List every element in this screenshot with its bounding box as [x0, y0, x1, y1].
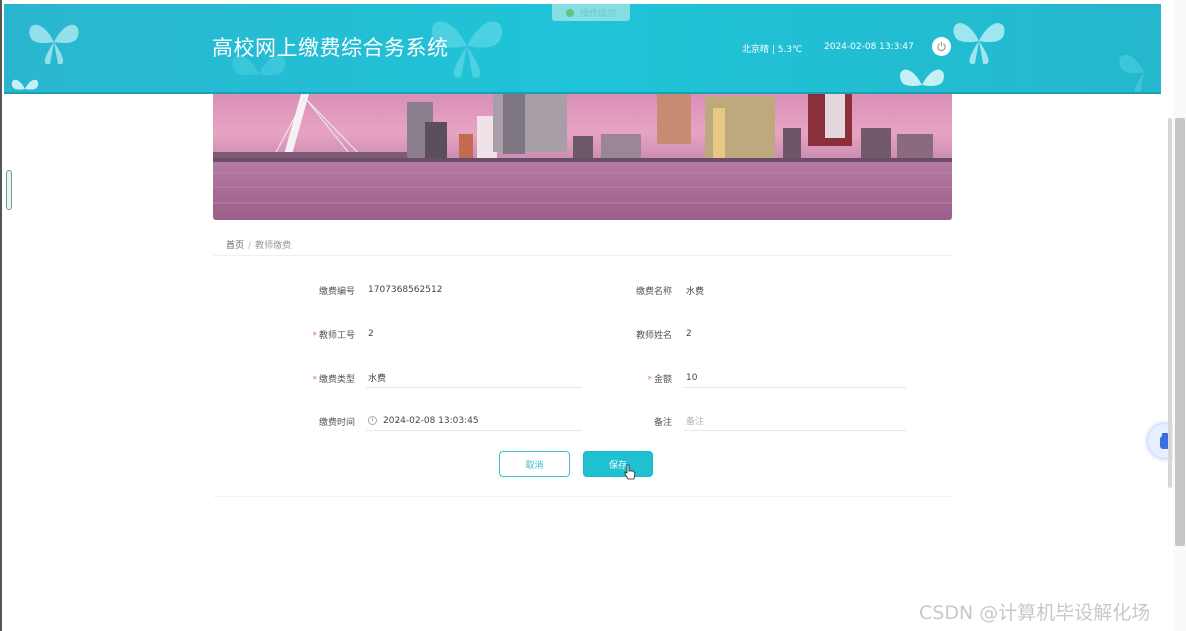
scrollbar-thumb[interactable] [1175, 118, 1185, 546]
logout-button[interactable] [932, 37, 951, 56]
header-bar: 高校网上缴费综合务系统 北京晴 | 5.3℃ 2024-02-08 13:3:4… [4, 4, 1161, 94]
fee-no-field[interactable]: 1707368562512 [366, 280, 582, 300]
breadcrumb-home[interactable]: 首页 [226, 241, 244, 251]
fee-time-picker[interactable]: 2024-02-08 13:03:45 [366, 411, 582, 431]
city-banner-image [213, 94, 952, 220]
hand-cursor-icon [624, 464, 636, 480]
divider [213, 496, 952, 497]
teacher-name-label: 教师姓名 [635, 331, 672, 341]
remark-input[interactable]: 备注 [684, 411, 906, 431]
check-circle-icon [566, 8, 574, 17]
breadcrumb: 首页 / 教师缴费 [226, 238, 291, 251]
breadcrumb-separator: / [248, 241, 252, 251]
butterfly-decoration-icon [900, 69, 944, 86]
divider [213, 255, 952, 256]
save-button[interactable]: 保存 [583, 451, 653, 477]
fee-name-field[interactable]: 水费 [684, 280, 906, 300]
side-handle[interactable] [6, 170, 12, 210]
weather-text: 北京晴 | 5.3℃ [742, 45, 803, 55]
page: 高校网上缴费综合务系统 北京晴 | 5.3℃ 2024-02-08 13:3:4… [0, 0, 1186, 631]
toast-message: 操作成功 [580, 9, 617, 19]
amount-field[interactable]: 10 [684, 368, 906, 388]
teacher-name-field[interactable]: 2 [684, 324, 906, 344]
fee-time-value: 2024-02-08 13:03:45 [383, 415, 479, 426]
fee-no-label: 缴费编号 [318, 287, 355, 297]
watermark-text: CSDN @计算机毕设解化场 [919, 602, 1151, 624]
datetime-text: 2024-02-08 13:3:47 [824, 42, 914, 52]
breadcrumb-current: 教师缴费 [255, 241, 292, 251]
inner-scrollbar-thumb[interactable] [1168, 118, 1172, 488]
site-title: 高校网上缴费综合务系统 [212, 36, 449, 60]
fee-time-label: 缴费时间 [318, 418, 355, 428]
butterfly-decoration-icon [11, 79, 39, 90]
success-toast: 操作成功 [552, 4, 630, 21]
clock-icon [368, 416, 377, 425]
butterfly-decoration-icon [1119, 54, 1144, 92]
power-icon [937, 41, 946, 52]
butterfly-decoration-icon [953, 23, 1005, 64]
cancel-button[interactable]: 取消 [499, 451, 570, 477]
fee-type-label: * 缴费类型 [312, 375, 355, 385]
amount-label: * 金额 [647, 375, 672, 385]
butterfly-decoration-icon [29, 24, 79, 65]
teacher-no-field[interactable]: 2 [366, 324, 582, 344]
fee-type-field[interactable]: 水费 [366, 368, 582, 388]
remark-label: 备注 [653, 418, 672, 428]
teacher-no-label: * 教师工号 [312, 331, 355, 341]
fee-name-label: 缴费名称 [635, 287, 672, 297]
